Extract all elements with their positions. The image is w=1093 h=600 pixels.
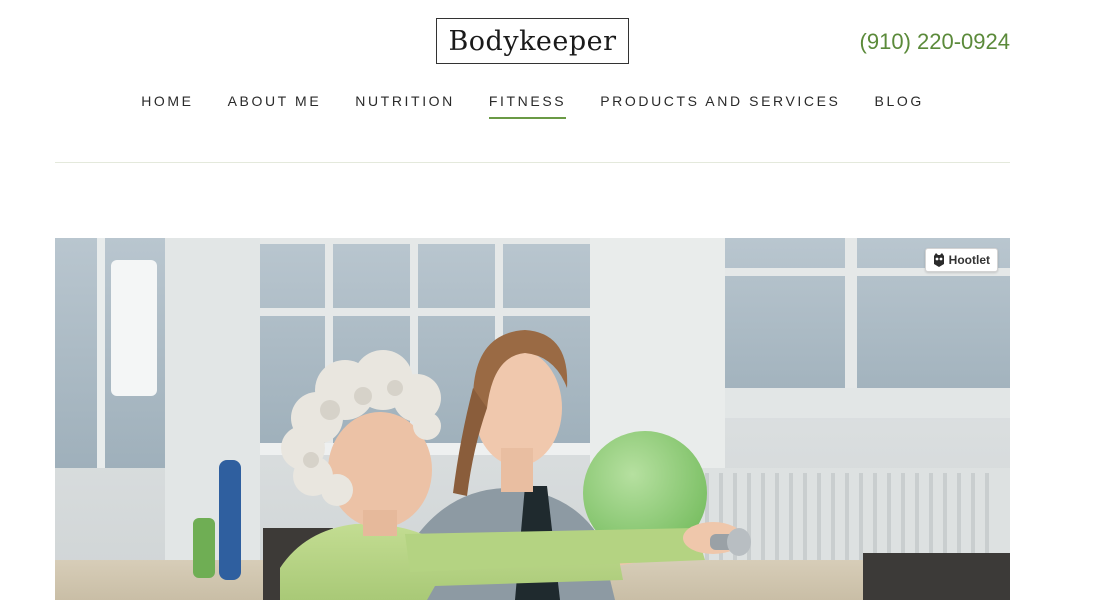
phone-number-link[interactable]: (910) 220-0924: [860, 29, 1010, 55]
owl-icon: [933, 253, 945, 267]
site-logo[interactable]: Bodykeeper: [436, 18, 629, 64]
page: Bodykeeper (910) 220-0924 HOME ABOUT ME …: [0, 0, 1093, 600]
nav-item-blog[interactable]: BLOG: [875, 93, 924, 119]
nav-item-fitness[interactable]: FITNESS: [488, 93, 567, 119]
nav-item-home[interactable]: HOME: [141, 93, 193, 119]
hero-photo-illustration: [55, 238, 1010, 600]
hootlet-label: Hootlet: [948, 253, 990, 267]
main-nav: HOME ABOUT ME NUTRITION FITNESS PRODUCTS…: [0, 93, 1065, 119]
header-divider: [55, 162, 1010, 163]
hero-image: Hootlet: [55, 238, 1010, 600]
hootlet-button[interactable]: Hootlet: [924, 248, 998, 272]
nav-item-about-me[interactable]: ABOUT ME: [228, 93, 322, 119]
nav-item-nutrition[interactable]: NUTRITION: [355, 93, 455, 119]
nav-item-products-and-services[interactable]: PRODUCTS AND SERVICES: [600, 93, 840, 119]
